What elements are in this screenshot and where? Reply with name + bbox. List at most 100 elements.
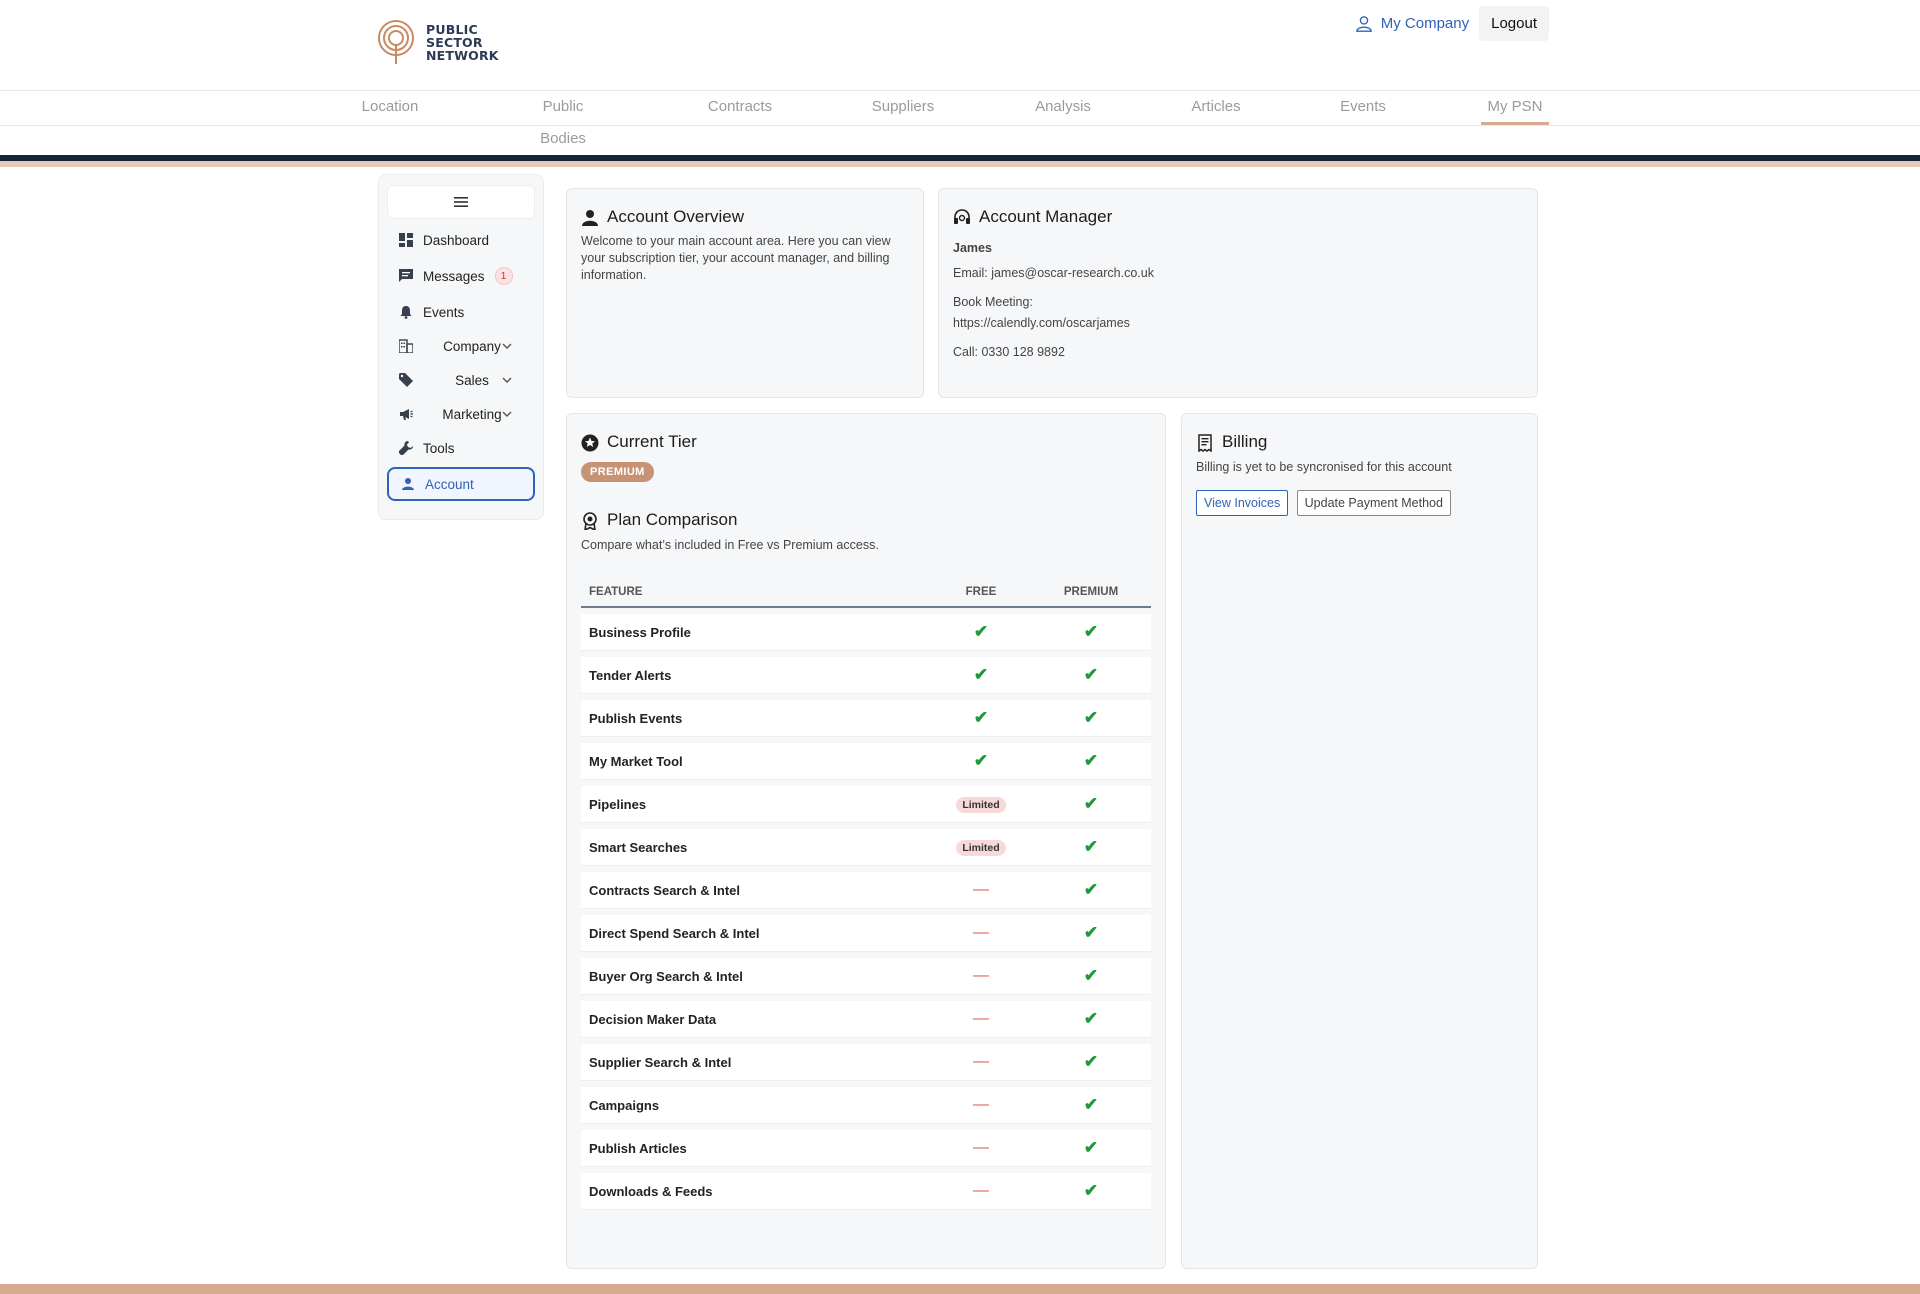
nav-contracts[interactable]: Contracts bbox=[706, 91, 774, 125]
table-cell-feature: Direct Spend Search & Intel bbox=[581, 915, 931, 952]
table-cell-free: — bbox=[931, 1044, 1031, 1081]
check-icon: ✔ bbox=[973, 622, 989, 641]
sidebar-item-messages[interactable]: Messages 1 bbox=[387, 259, 535, 293]
sidebar-toggle-button[interactable] bbox=[387, 185, 535, 219]
nav-events[interactable]: Events bbox=[1338, 91, 1388, 125]
nav-suppliers[interactable]: Suppliers bbox=[870, 91, 936, 125]
table-row: Supplier Search & Intel — ✔ bbox=[581, 1044, 1151, 1081]
view-invoices-button[interactable]: View Invoices bbox=[1196, 490, 1289, 516]
sidebar-item-label: Account bbox=[425, 476, 474, 492]
sidebar: Dashboard Messages 1 Events Company Sale… bbox=[378, 174, 544, 520]
feature-name: Publish Articles bbox=[589, 1140, 687, 1156]
sidebar-item-label: Tools bbox=[423, 440, 455, 456]
wrench-icon bbox=[399, 441, 413, 455]
table-cell-premium: ✔ bbox=[1031, 1044, 1151, 1081]
feature-name: Decision Maker Data bbox=[589, 1011, 717, 1027]
logo-mark-icon bbox=[378, 20, 414, 64]
chevron-down-icon bbox=[502, 377, 512, 383]
column-header-free: FREE bbox=[931, 580, 1031, 608]
message-icon bbox=[399, 269, 413, 282]
card-title-text: Billing bbox=[1222, 432, 1268, 451]
sidebar-item-tools[interactable]: Tools bbox=[387, 431, 535, 465]
column-header-feature: FEATURE bbox=[581, 580, 931, 608]
person-icon bbox=[402, 478, 414, 490]
messages-count-badge: 1 bbox=[494, 267, 513, 285]
sidebar-item-sales[interactable]: Sales bbox=[387, 363, 535, 397]
check-icon: ✔ bbox=[1083, 1181, 1099, 1200]
table-cell-premium: ✔ bbox=[1031, 657, 1151, 694]
check-icon: ✔ bbox=[1083, 665, 1099, 684]
billing-card: Billing Billing is yet to be syncronised… bbox=[1181, 413, 1538, 1269]
psn-logo[interactable]: PUBLIC SECTOR NETWORK bbox=[378, 18, 499, 66]
receipt-icon bbox=[1198, 434, 1212, 452]
nav-analysis[interactable]: Analysis bbox=[1032, 91, 1094, 125]
manager-name: James bbox=[953, 241, 992, 255]
check-icon: ✔ bbox=[973, 751, 989, 770]
sidebar-item-marketing[interactable]: Marketing bbox=[387, 397, 535, 431]
table-cell-premium: ✔ bbox=[1031, 1173, 1151, 1210]
not-included-dash: — bbox=[973, 881, 989, 898]
manager-phone: Call: 0330 128 9892 bbox=[953, 345, 1065, 359]
column-header-premium: PREMIUM bbox=[1031, 580, 1151, 608]
check-icon: ✔ bbox=[1083, 880, 1099, 899]
manager-email[interactable]: Email: james@oscar-research.co.uk bbox=[953, 263, 1523, 284]
table-cell-premium: ✔ bbox=[1031, 915, 1151, 952]
star-icon bbox=[581, 434, 599, 452]
table-cell-free: Limited bbox=[931, 786, 1031, 823]
update-payment-method-button[interactable]: Update Payment Method bbox=[1296, 490, 1451, 516]
sidebar-item-dashboard[interactable]: Dashboard bbox=[387, 223, 535, 257]
table-cell-free: — bbox=[931, 1001, 1031, 1038]
table-cell-free: — bbox=[931, 872, 1031, 909]
plan-rows: Business Profile ✔ ✔ Tender Alerts ✔ ✔ Publish… bbox=[581, 614, 1151, 1210]
logout-button[interactable]: Logout bbox=[1479, 6, 1549, 41]
check-icon: ✔ bbox=[973, 665, 989, 684]
feature-name: Supplier Search & Intel bbox=[589, 1054, 732, 1070]
table-row: Contracts Search & Intel — ✔ bbox=[581, 872, 1151, 909]
table-cell-premium: ✔ bbox=[1031, 1087, 1151, 1124]
table-row: Business Profile ✔ ✔ bbox=[581, 614, 1151, 651]
nav-my-psn[interactable]: My PSN bbox=[1481, 91, 1549, 125]
sidebar-item-label: Events bbox=[423, 304, 465, 320]
check-icon: ✔ bbox=[1083, 794, 1099, 813]
plan-comparison-table: FEATURE FREE PREMIUM Business Profile ✔ ✔ T… bbox=[581, 574, 1151, 1216]
logo-line: NETWORK bbox=[426, 47, 499, 63]
award-icon bbox=[583, 512, 597, 530]
feature-name: Tender Alerts bbox=[589, 667, 672, 683]
sidebar-item-account[interactable]: Account bbox=[387, 467, 535, 501]
not-included-dash: — bbox=[973, 967, 989, 984]
feature-name: Buyer Org Search & Intel bbox=[589, 968, 743, 984]
table-cell-feature: Publish Articles bbox=[581, 1130, 931, 1167]
sidebar-item-events[interactable]: Events bbox=[387, 295, 535, 329]
check-icon: ✔ bbox=[1083, 751, 1099, 770]
card-title-text: Account Overview bbox=[607, 207, 744, 226]
table-cell-feature: Campaigns bbox=[581, 1087, 931, 1124]
billing-title: Billing bbox=[1196, 432, 1523, 452]
sidebar-item-label: Company bbox=[443, 338, 501, 354]
sidebar-item-company[interactable]: Company bbox=[387, 329, 535, 363]
table-cell-feature: Contracts Search & Intel bbox=[581, 872, 931, 909]
manager-booking: Book Meeting: https://calendly.com/oscar… bbox=[953, 292, 1523, 334]
feature-name: Publish Events bbox=[589, 710, 683, 726]
table-row: Pipelines Limited ✔ bbox=[581, 786, 1151, 823]
logo-line: PUBLIC bbox=[426, 21, 478, 37]
nav-public-bodies[interactable]: Public Bodies bbox=[518, 91, 608, 147]
booking-link[interactable]: https://calendly.com/oscarjames bbox=[953, 313, 1523, 334]
account-manager-card: Account Manager James Email: james@oscar… bbox=[938, 188, 1538, 398]
feature-name: Pipelines bbox=[589, 796, 647, 812]
table-cell-free: — bbox=[931, 915, 1031, 952]
my-company-link[interactable]: My Company bbox=[1355, 15, 1469, 33]
user-icon bbox=[1355, 15, 1372, 32]
nav-location[interactable]: Location bbox=[360, 91, 420, 125]
table-cell-free: — bbox=[931, 1173, 1031, 1210]
card-title-text: Current Tier bbox=[607, 432, 697, 451]
account-overview-title: Account Overview bbox=[581, 207, 909, 227]
check-icon: ✔ bbox=[1083, 1095, 1099, 1114]
check-icon: ✔ bbox=[1083, 622, 1099, 641]
billing-status-text: Billing is yet to be syncronised for thi… bbox=[1196, 460, 1452, 474]
table-row: Buyer Org Search & Intel — ✔ bbox=[581, 958, 1151, 995]
tag-icon bbox=[399, 373, 413, 387]
table-cell-feature: Smart Searches bbox=[581, 829, 931, 866]
table-cell-premium: ✔ bbox=[1031, 1130, 1151, 1167]
table-cell-free: ✔ bbox=[931, 743, 1031, 780]
nav-articles[interactable]: Articles bbox=[1188, 91, 1244, 125]
